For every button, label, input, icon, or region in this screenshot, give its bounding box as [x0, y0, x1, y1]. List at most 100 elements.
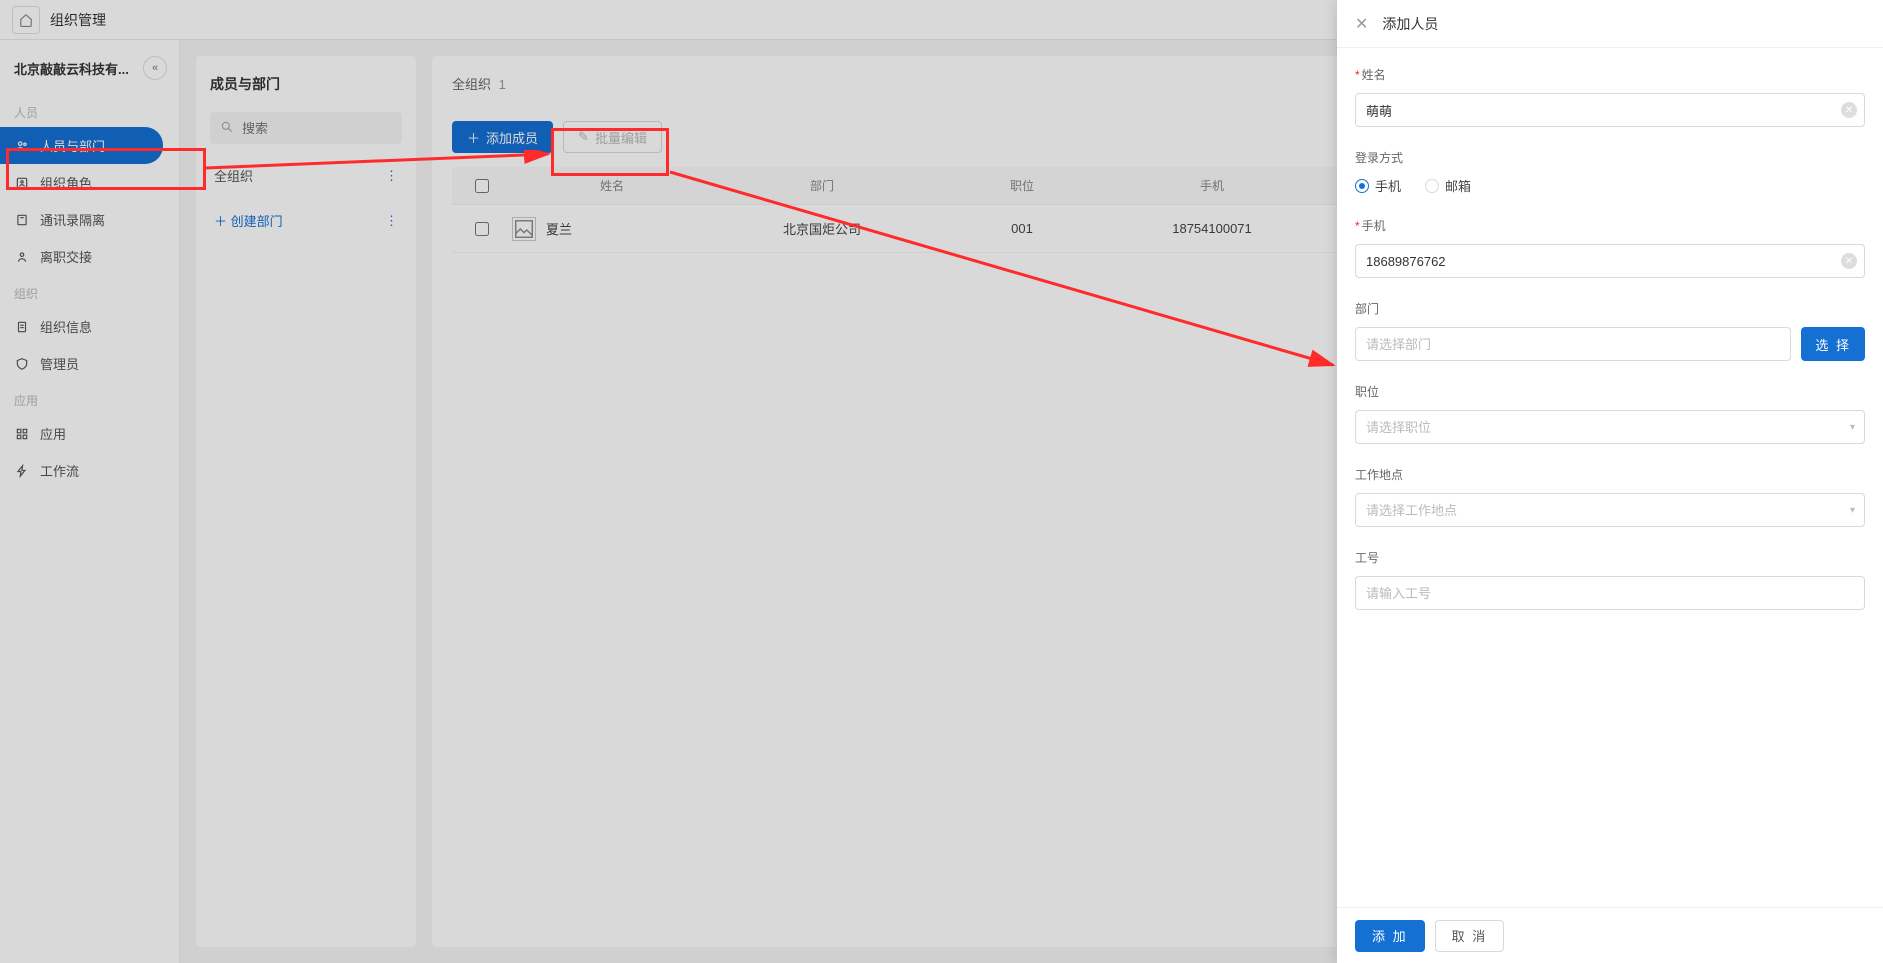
col-header-dept: 部门: [712, 177, 932, 194]
radio-icon: [1355, 179, 1369, 193]
bolt-icon: [14, 464, 30, 478]
more-icon[interactable]: ⋮: [385, 213, 398, 229]
field-location: 工作地点 ▾: [1355, 466, 1865, 527]
cell-pos: 001: [932, 221, 1112, 236]
collapse-sidebar-button[interactable]: «: [143, 56, 167, 80]
name-label: 姓名: [1362, 66, 1386, 83]
pos-label: 职位: [1355, 383, 1379, 400]
location-label: 工作地点: [1355, 466, 1403, 483]
col-header-name: 姓名: [512, 177, 712, 194]
clear-icon[interactable]: ✕: [1841, 253, 1857, 269]
dept-input[interactable]: [1355, 327, 1791, 361]
search-icon: [220, 120, 234, 139]
user-icon: [14, 250, 30, 264]
dept-search-input[interactable]: [210, 112, 402, 144]
page-title: 组织管理: [50, 10, 106, 30]
sidebar-item-label: 组织角色: [40, 173, 92, 192]
home-button[interactable]: [12, 6, 40, 34]
drawer-header: ✕ 添加人员: [1337, 0, 1883, 48]
login-method-label: 登录方式: [1355, 149, 1403, 166]
field-empno: 工号: [1355, 549, 1865, 610]
create-dept-label: 创建部门: [231, 214, 283, 229]
add-member-label: 添加成员: [486, 128, 538, 147]
sidebar-item-label: 工作流: [40, 461, 79, 480]
grid-icon: [14, 427, 30, 441]
sidebar-item-label: 管理员: [40, 354, 79, 373]
cell-name: 夏兰: [546, 219, 572, 238]
book-icon: [14, 213, 30, 227]
plus-icon: ＋: [467, 128, 480, 147]
sidebar-item-handover[interactable]: 离职交接: [0, 238, 163, 275]
org-selector[interactable]: 北京敲敲云科技有... «: [0, 56, 179, 94]
drawer-footer: 添 加 取 消: [1337, 907, 1883, 963]
create-dept-button[interactable]: ＋ 创建部门 ⋮: [210, 203, 402, 238]
sidebar-item-label: 离职交接: [40, 247, 92, 266]
phone-input[interactable]: [1355, 244, 1865, 278]
cancel-button[interactable]: 取 消: [1435, 920, 1505, 952]
breadcrumb-text: 全组织: [452, 77, 491, 92]
empno-input[interactable]: [1355, 576, 1865, 610]
chevron-down-icon: ▾: [1850, 505, 1855, 516]
dept-panel-title: 成员与部门: [210, 74, 402, 94]
pos-select[interactable]: [1355, 410, 1865, 444]
edit-icon: ✎: [578, 129, 589, 145]
col-header-phone: 手机: [1112, 177, 1312, 194]
sidebar-item-admin[interactable]: 管理员: [0, 345, 163, 382]
dept-search: [210, 112, 402, 144]
radio-phone[interactable]: 手机: [1355, 176, 1401, 195]
section-label-app: 应用: [0, 382, 179, 415]
empno-label: 工号: [1355, 549, 1379, 566]
plus-icon: ＋: [214, 214, 227, 229]
select-dept-button[interactable]: 选 择: [1801, 327, 1865, 361]
org-name-text: 北京敲敲云科技有...: [14, 59, 129, 78]
field-name: *姓名 ✕: [1355, 66, 1865, 127]
row-checkbox[interactable]: [475, 222, 489, 236]
add-member-drawer: ✕ 添加人员 *姓名 ✕ 登录方式 手机 邮箱: [1337, 0, 1883, 963]
clear-icon[interactable]: ✕: [1841, 102, 1857, 118]
section-label-people: 人员: [0, 94, 179, 127]
add-member-button[interactable]: ＋ 添加成员: [452, 121, 553, 153]
sidebar-item-label: 应用: [40, 424, 66, 443]
sidebar-item-roles[interactable]: 组织角色: [0, 164, 163, 201]
field-position: 职位 ▾: [1355, 383, 1865, 444]
dept-root-label: 全组织: [214, 166, 253, 185]
radio-email[interactable]: 邮箱: [1425, 176, 1471, 195]
radio-icon: [1425, 179, 1439, 193]
avatar: [512, 217, 536, 241]
phone-label: 手机: [1362, 217, 1386, 234]
field-dept: 部门 选 择: [1355, 300, 1865, 361]
col-header-pos: 职位: [932, 177, 1112, 194]
radio-phone-label: 手机: [1375, 176, 1401, 195]
cell-phone: 18754100071: [1112, 221, 1312, 236]
dept-root-item[interactable]: 全组织 ⋮: [210, 158, 402, 193]
doc-icon: [14, 320, 30, 334]
sidebar-item-isolation[interactable]: 通讯录隔离: [0, 201, 163, 238]
submit-button[interactable]: 添 加: [1355, 920, 1425, 952]
dept-label: 部门: [1355, 300, 1379, 317]
drawer-title: 添加人员: [1382, 14, 1438, 34]
sidebar-item-label: 组织信息: [40, 317, 92, 336]
sidebar-item-label: 人员与部门: [40, 136, 105, 155]
dept-panel: 成员与部门 全组织 ⋮ ＋ 创建部门 ⋮: [196, 56, 416, 947]
sidebar-item-workflow[interactable]: 工作流: [0, 452, 163, 489]
cell-dept: 北京国炬公司: [712, 219, 932, 238]
shield-icon: [14, 357, 30, 371]
sidebar-item-apps[interactable]: 应用: [0, 415, 163, 452]
location-select[interactable]: [1355, 493, 1865, 527]
select-all-checkbox[interactable]: [475, 179, 489, 193]
chevron-down-icon: ▾: [1850, 422, 1855, 433]
sidebar: 北京敲敲云科技有... « 人员 人员与部门 组织角色 通讯录隔离 离职交接 组…: [0, 40, 180, 963]
people-icon: [14, 139, 30, 153]
close-icon[interactable]: ✕: [1355, 14, 1368, 34]
batch-edit-button[interactable]: ✎ 批量编辑: [563, 121, 662, 153]
section-label-org: 组织: [0, 275, 179, 308]
sidebar-item-org-info[interactable]: 组织信息: [0, 308, 163, 345]
member-count: 1: [499, 77, 506, 92]
radio-email-label: 邮箱: [1445, 176, 1471, 195]
sidebar-item-people-dept[interactable]: 人员与部门: [0, 127, 163, 164]
more-icon[interactable]: ⋮: [385, 168, 398, 184]
name-input[interactable]: [1355, 93, 1865, 127]
drawer-body: *姓名 ✕ 登录方式 手机 邮箱 *手机: [1337, 48, 1883, 907]
sidebar-item-label: 通讯录隔离: [40, 210, 105, 229]
batch-edit-label: 批量编辑: [595, 128, 647, 147]
